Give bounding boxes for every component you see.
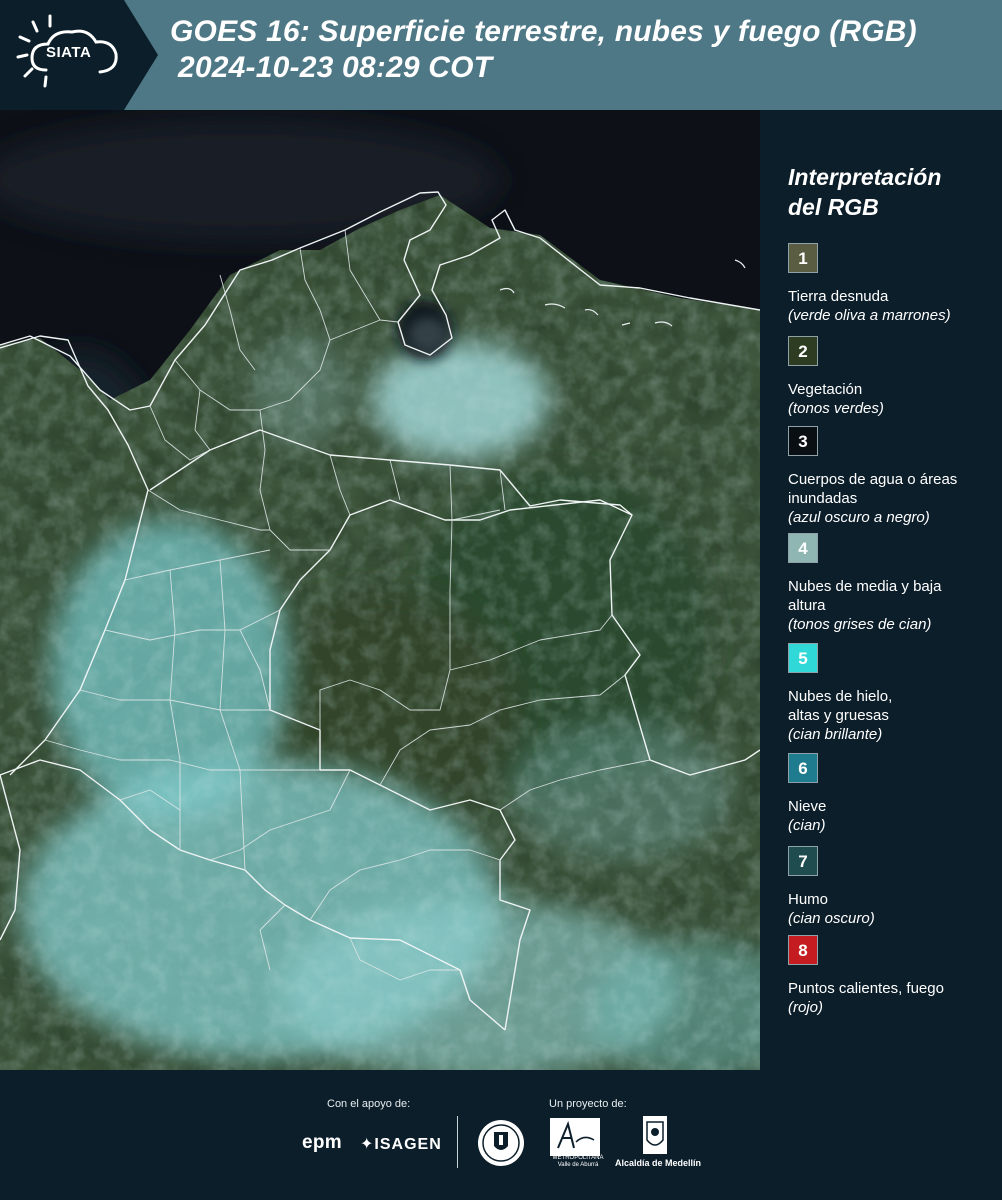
legend-panel: Interpretación del RGB 1 Tierra desnuda … <box>760 110 1002 1070</box>
legend-note: (azul oscuro a negro) <box>788 509 930 526</box>
footer-divider <box>457 1116 458 1168</box>
medellin-logo-text: Alcaldía de Medellín <box>614 1158 702 1168</box>
legend-title-line1: Interpretación <box>788 164 942 190</box>
legend-swatch: 4 <box>788 533 818 563</box>
legend-note: (cian brillante) <box>788 726 883 743</box>
legend-item-water: 3 Cuerpos de agua o áreas inundadas (azu… <box>788 426 968 527</box>
legend-swatch: 1 <box>788 243 818 273</box>
isagen-mark-icon: ✦ <box>360 1136 375 1153</box>
area-metropolitana-logo-icon[interactable] <box>550 1118 600 1156</box>
legend-swatch: 2 <box>788 336 818 366</box>
legend-title: Interpretación del RGB <box>788 162 988 222</box>
legend-item-fire: 8 Puntos calientes, fuego (rojo) <box>788 935 998 1017</box>
legend-swatch: 6 <box>788 753 818 783</box>
legend-label: Tierra desnuda <box>788 288 889 305</box>
legend-label: Humo <box>788 891 829 908</box>
footer-sponsors: Con el apoyo de: Un proyecto de: epm ✦IS… <box>0 1070 1002 1200</box>
siata-logo-text: SIATA <box>46 44 92 61</box>
siata-logo[interactable]: SIATA <box>0 0 160 110</box>
epm-logo[interactable]: epm <box>302 1132 342 1154</box>
legend-note: (rojo) <box>788 999 824 1016</box>
legend-swatch: 3 <box>788 426 818 456</box>
legend-note: (verde oliva a marrones) <box>788 307 951 324</box>
legend-swatch: 8 <box>788 935 818 965</box>
legend-swatch: 5 <box>788 643 818 673</box>
isagen-logo[interactable]: ✦ISAGEN <box>360 1134 442 1154</box>
legend-note: (tonos verdes) <box>788 400 884 417</box>
legend-item-smoke: 7 Humo (cian oscuro) <box>788 846 998 928</box>
legend-label: Nubes de hielo, altas y gruesas <box>788 688 893 724</box>
legend-item-vegetation: 2 Vegetación (tonos verdes) <box>788 336 998 418</box>
legend-item-low-clouds: 4 Nubes de media y baja altura (tonos gr… <box>788 533 948 634</box>
seal-icon[interactable] <box>476 1118 526 1168</box>
legend-label: Cuerpos de agua o áreas inundadas <box>788 471 958 507</box>
legend-label: Nubes de media y baja altura <box>788 578 942 614</box>
legend-label: Nieve <box>788 798 827 815</box>
legend-title-line2: del RGB <box>788 194 879 220</box>
legend-swatch: 7 <box>788 846 818 876</box>
legend-note: (cian oscuro) <box>788 910 875 927</box>
support-label: Con el apoyo de: <box>327 1098 411 1110</box>
header-bar: SIATA GOES 16: Superficie terrestre, nub… <box>0 0 1002 110</box>
title-product: GOES 16: Superficie terrestre, nubes y f… <box>170 15 917 48</box>
legend-label: Puntos calientes, fuego <box>788 980 944 997</box>
legend-label: Vegetación <box>788 381 863 398</box>
isagen-logo-text: ISAGEN <box>374 1136 442 1153</box>
page-title: GOES 16: Superficie terrestre, nubes y f… <box>170 14 1000 86</box>
satellite-map[interactable] <box>0 110 760 1070</box>
project-label: Un proyecto de: <box>549 1098 627 1110</box>
title-timestamp: 2024-10-23 08:29 COT <box>178 51 493 84</box>
legend-item-snow: 6 Nieve (cian) <box>788 753 998 835</box>
legend-note: (tonos grises de cian) <box>788 616 932 633</box>
area-metropolitana-text: METROPOLITANA Valle de Aburrá <box>552 1155 604 1168</box>
legend-note: (cian) <box>788 817 826 834</box>
legend-item-ice-clouds: 5 Nubes de hielo, altas y gruesas (cian … <box>788 643 928 744</box>
legend-item-bare-soil: 1 Tierra desnuda (verde oliva a marrones… <box>788 243 998 325</box>
satellite-image <box>0 110 760 1070</box>
medellin-shield-icon[interactable] <box>640 1116 670 1156</box>
